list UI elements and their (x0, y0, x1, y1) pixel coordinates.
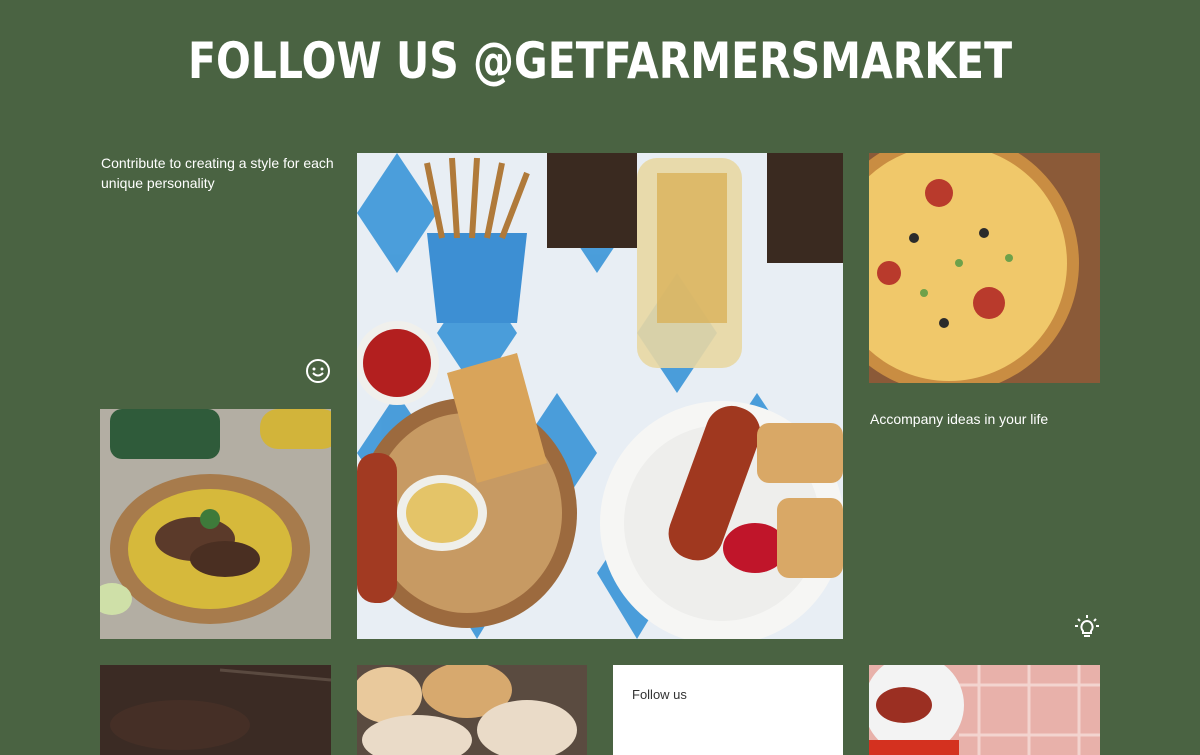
text-tile-style-label: Contribute to creating a style for each … (101, 155, 334, 191)
photo-soup[interactable] (100, 409, 331, 639)
text-tile-style: Contribute to creating a style for each … (101, 153, 341, 393)
lightbulb-icon (1074, 614, 1102, 642)
smile-icon (305, 358, 333, 386)
photo-bread[interactable] (357, 665, 587, 755)
photo-pretzel-feast[interactable] (357, 153, 843, 639)
page-title: FOLLOW US @GETFARMERSMARKET (187, 32, 1013, 90)
photo-grill[interactable] (100, 665, 331, 755)
text-tile-ideas: Accompany ideas in your life (870, 409, 1100, 639)
follow-us-label: Follow us (632, 687, 687, 702)
text-tile-ideas-label: Accompany ideas in your life (870, 411, 1049, 427)
follow-us-card[interactable]: Follow us (613, 665, 843, 755)
photo-sausage-tiles[interactable] (869, 665, 1100, 755)
photo-pizza[interactable] (869, 153, 1100, 383)
